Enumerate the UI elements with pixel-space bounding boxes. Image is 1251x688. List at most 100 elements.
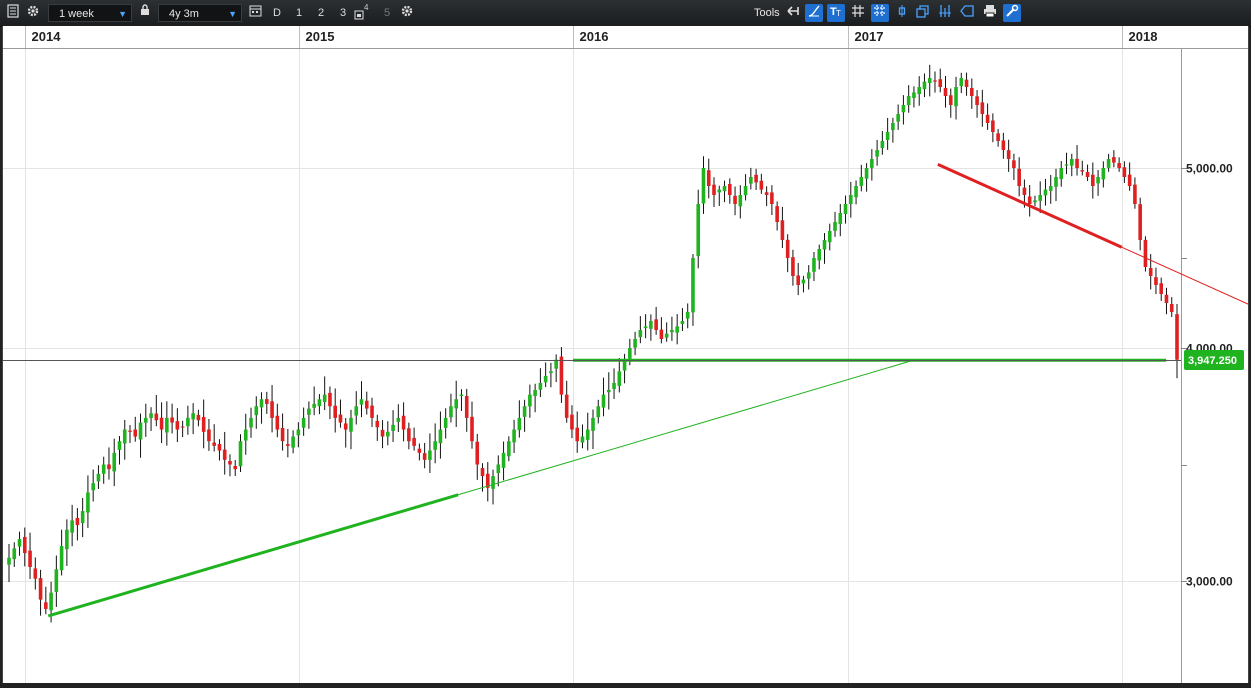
candle-body	[533, 389, 537, 397]
candle-body	[433, 441, 437, 450]
y-tick-label: 5,000.00	[1186, 162, 1233, 176]
candle-body	[706, 170, 711, 186]
candle-body	[1127, 174, 1132, 186]
candle-body	[212, 442, 216, 446]
candle-body	[286, 444, 290, 446]
candle-body	[280, 427, 285, 442]
candle-body	[1091, 174, 1095, 186]
candle-body	[191, 413, 195, 420]
num-button-4[interactable]: 4	[353, 3, 371, 22]
num-button-5[interactable]: 5	[378, 4, 396, 22]
candle-body	[512, 429, 516, 443]
candle-body	[243, 429, 248, 441]
trendline-tool-icon[interactable]	[805, 4, 823, 22]
x-tick-label: 2017	[855, 29, 884, 44]
candle-body	[785, 239, 790, 258]
candle-body	[375, 420, 380, 428]
candle-body	[464, 395, 469, 418]
candle-body	[549, 371, 553, 374]
candle-body	[643, 326, 648, 329]
candle-body	[75, 517, 80, 526]
lock-icon[interactable]	[136, 4, 154, 22]
candle-body	[817, 249, 822, 261]
candle-body	[749, 177, 753, 184]
candle-body	[70, 520, 74, 533]
candle-body	[601, 394, 606, 408]
grid-tool-icon[interactable]	[849, 4, 867, 22]
range-select[interactable]: 4y 3m ▼	[158, 4, 242, 22]
chart-area[interactable]: 2014 2015 2016 2017 2018 3,000.00 4,000.00 5,0…	[2, 26, 1251, 683]
candle-body	[1017, 168, 1021, 186]
candle-body	[891, 123, 895, 131]
candle-body	[738, 195, 743, 207]
candle-body	[685, 312, 690, 319]
list-icon[interactable]	[4, 4, 22, 22]
candle-body	[338, 414, 343, 423]
candle-body	[870, 159, 874, 168]
channel-tool-icon[interactable]	[936, 4, 954, 22]
candle-body	[575, 427, 580, 442]
calendar-icon[interactable]	[246, 4, 264, 22]
tools-label: Tools	[754, 7, 780, 19]
candle-body	[1006, 150, 1011, 159]
candle-body	[1133, 184, 1137, 204]
candle-tool-icon[interactable]	[893, 4, 911, 22]
fibonacci-tool-icon[interactable]	[871, 4, 889, 22]
candle-body	[628, 348, 632, 359]
candle-body	[1159, 283, 1164, 294]
tools-settings-icon[interactable]	[1003, 4, 1021, 22]
trendline-0	[47, 493, 459, 618]
candle-body	[328, 392, 332, 407]
candle-body	[917, 87, 921, 95]
candle-body	[54, 569, 59, 592]
trendline-extension-2	[1121, 246, 1251, 306]
num-button-2[interactable]: 2	[312, 4, 330, 22]
candle-body	[407, 428, 411, 442]
candle-body	[143, 417, 148, 423]
candle-body	[617, 371, 622, 386]
candle-body	[312, 403, 316, 408]
candle-body	[970, 87, 974, 96]
candle-body	[801, 279, 806, 284]
candle-body	[1164, 294, 1169, 303]
candle-body	[307, 408, 311, 415]
candle-body	[1085, 171, 1090, 177]
candle-body	[722, 186, 727, 192]
num-button-1[interactable]: 1	[290, 4, 308, 22]
interval-select[interactable]: 1 week ▼	[48, 4, 132, 22]
candle-body	[22, 536, 27, 554]
candle-body	[128, 430, 132, 432]
candle-body	[670, 330, 674, 333]
candle-body	[559, 356, 564, 395]
candle-body	[1001, 140, 1006, 150]
toolbar: 1 week ▼ 4y 3m ▼ D 1 2 3 4 5 Tools T T	[0, 0, 1251, 27]
candle-body	[343, 423, 348, 430]
candle-body	[491, 476, 495, 489]
candle-body	[196, 414, 201, 421]
text-tool-icon[interactable]: TT	[827, 4, 845, 22]
candle-body	[1122, 167, 1127, 177]
candle-body	[1106, 159, 1111, 168]
candle-body	[317, 399, 322, 407]
y-tick-label: 3,000.00	[1186, 575, 1233, 589]
candle-body	[649, 321, 653, 329]
shape-tool-icon[interactable]	[958, 4, 976, 22]
chevron-down-icon: ▼	[228, 9, 237, 19]
candle-body	[954, 87, 958, 107]
candle-body	[733, 195, 737, 204]
day-button[interactable]: D	[268, 4, 286, 22]
layers-tool-icon[interactable]	[914, 4, 932, 22]
print-icon[interactable]	[981, 4, 999, 22]
candle-body	[370, 405, 374, 418]
candle-body	[591, 417, 595, 431]
candle-body	[233, 465, 238, 470]
num-button-3[interactable]: 3	[334, 4, 352, 22]
chart-settings-gear-icon[interactable]	[398, 4, 416, 22]
back-arrow-icon[interactable]	[784, 4, 802, 22]
settings-gear-icon[interactable]	[24, 4, 42, 22]
range-value: 4y 3m	[169, 8, 199, 20]
price-chart[interactable]: 2014 2015 2016 2017 2018 3,000.004,000.005,0…	[3, 26, 1251, 683]
candle-body	[207, 429, 211, 442]
candle-body	[1112, 157, 1116, 163]
candle-body	[238, 441, 243, 467]
